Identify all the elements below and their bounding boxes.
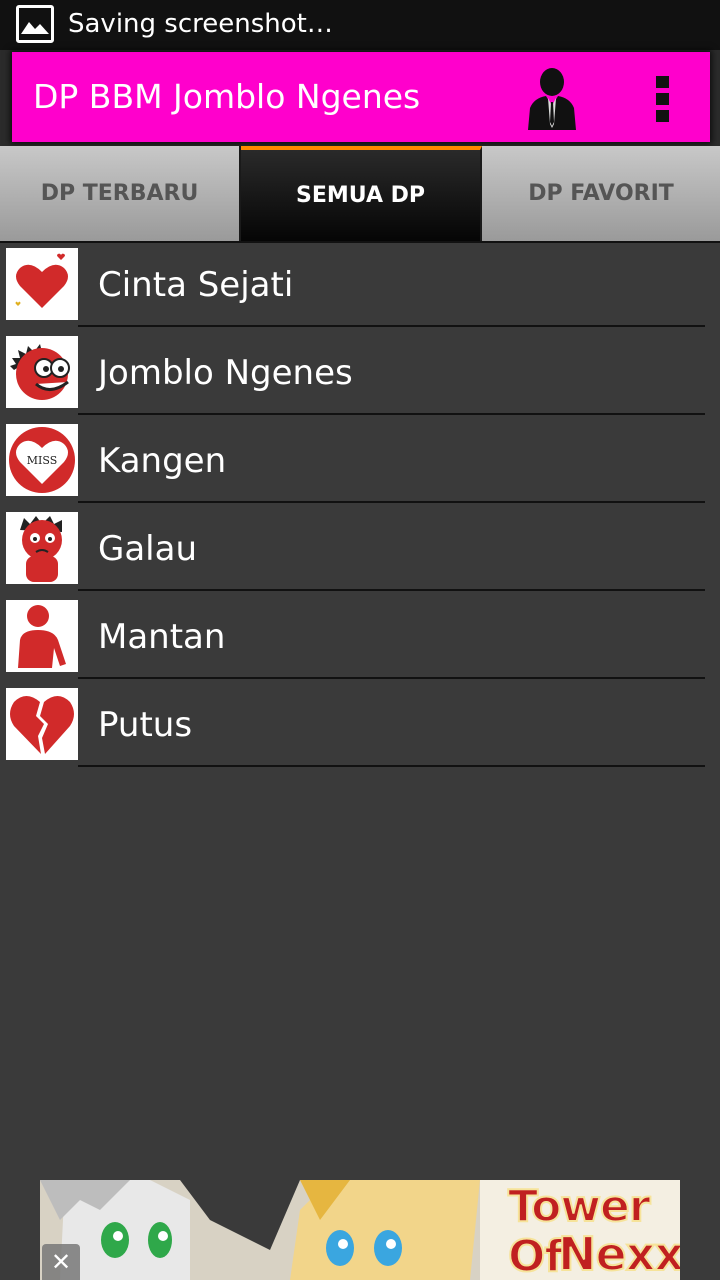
miss-heart-icon: MISS xyxy=(6,424,78,496)
cartoon-face-icon xyxy=(6,336,78,408)
ad-banner[interactable]: Tower Of Nexx xyxy=(40,1180,680,1280)
list-item-jomblo-ngenes[interactable]: Jomblo Ngenes xyxy=(0,331,720,419)
status-bar: Saving screenshot… xyxy=(0,0,720,50)
action-bar-container: DP BBM Jomblo Ngenes xyxy=(0,50,720,146)
divider xyxy=(78,501,705,503)
category-list: Cinta Sejati Jomblo Ngenes MISS Kangen G… xyxy=(0,243,720,771)
list-item-label: Kangen xyxy=(98,441,227,481)
list-item-label: Putus xyxy=(98,705,193,745)
divider xyxy=(78,589,705,591)
svg-text:MISS: MISS xyxy=(27,454,58,467)
status-text: Saving screenshot… xyxy=(68,9,333,39)
ad-title-line2: Nexx xyxy=(557,1227,680,1280)
list-item-galau[interactable]: Galau xyxy=(0,507,720,595)
overflow-menu-icon[interactable] xyxy=(652,76,674,122)
close-icon[interactable]: ✕ xyxy=(42,1244,80,1280)
list-item-cinta-sejati[interactable]: Cinta Sejati xyxy=(0,243,720,331)
tab-dp-favorit[interactable]: DP FAVORIT xyxy=(482,146,720,241)
app-title: DP BBM Jomblo Ngenes xyxy=(33,77,421,116)
person-icon xyxy=(6,600,78,672)
heart-icon xyxy=(6,248,78,320)
list-item-kangen[interactable]: MISS Kangen xyxy=(0,419,720,507)
divider xyxy=(78,325,705,327)
tab-bar: DP TERBARU SEMUA DP DP FAVORIT xyxy=(0,146,720,241)
divider xyxy=(78,413,705,415)
broken-heart-icon xyxy=(6,688,78,760)
list-item-putus[interactable]: Putus xyxy=(0,683,720,771)
tab-semua-dp[interactable]: SEMUA DP xyxy=(241,146,482,241)
action-bar: DP BBM Jomblo Ngenes xyxy=(12,52,710,142)
list-item-label: Cinta Sejati xyxy=(98,265,294,305)
list-item-label: Galau xyxy=(98,529,198,569)
list-item-mantan[interactable]: Mantan xyxy=(0,595,720,683)
sad-character-icon xyxy=(6,512,78,584)
divider xyxy=(78,765,705,767)
list-item-label: Jomblo Ngenes xyxy=(98,353,353,393)
tab-dp-terbaru[interactable]: DP TERBARU xyxy=(0,146,241,241)
list-item-label: Mantan xyxy=(98,617,226,657)
divider xyxy=(78,677,705,679)
profile-icon[interactable] xyxy=(526,66,578,130)
image-icon xyxy=(16,5,54,43)
